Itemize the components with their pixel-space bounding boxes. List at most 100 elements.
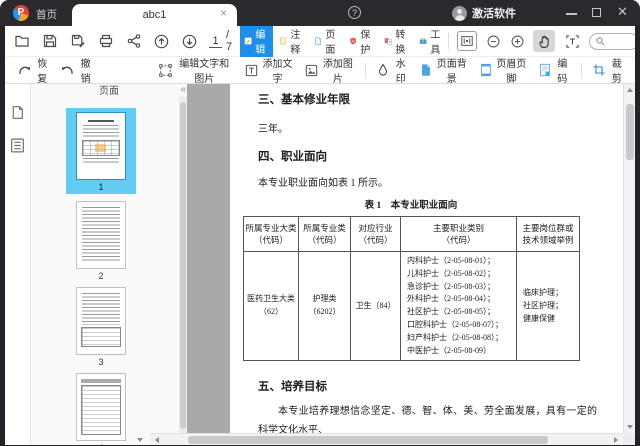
horizontal-scrollbar-thumb[interactable] [188, 435, 548, 444]
search-input[interactable] [589, 32, 635, 50]
page-total-label: / 7 [226, 29, 233, 53]
doc-heading: 三、基本修业年限 [258, 94, 350, 106]
undo-button[interactable]: 撤销 [60, 55, 92, 85]
thumbnails-panel-icon[interactable] [9, 104, 26, 121]
crop-button[interactable]: 裁剪 [592, 55, 624, 85]
sidebar-scrollbar-thumb[interactable] [180, 102, 186, 429]
note-icon [280, 37, 287, 45]
doc-text: 三年。 [258, 124, 288, 135]
page-background-button[interactable]: 页面背景 [419, 55, 468, 85]
zoom-in-button[interactable] [509, 33, 525, 49]
scroll-down-icon[interactable] [626, 425, 633, 429]
page-indicator: 1 / 7 [209, 29, 232, 53]
table-header-row: 所属专业大类 （代码） 所属专业类 （代码） 对应行业 （代码） 主要职业类别 … [243, 216, 580, 252]
doc-heading: 四、职业面向 [258, 151, 327, 163]
table-row: 医药卫生大类 （62） 护理类 （6202） 卫生（84） 内科护士（2-05-… [243, 250, 580, 362]
left-rail [5, 84, 31, 445]
save-icon[interactable] [41, 33, 58, 50]
table-caption: 表 1 本专业职业面向 [364, 201, 458, 211]
doc-tab-label: abc1 [142, 9, 167, 21]
thumbnail-list: 1 2 3 [61, 108, 141, 445]
sidebar-scroll-down-icon[interactable] [137, 438, 143, 442]
scroll-left-icon[interactable] [155, 436, 159, 443]
redo-button[interactable]: 恢复 [17, 55, 49, 85]
pdf-page[interactable]: 三、基本修业年限 三年。 四、职业面向 本专业职业面向如表 1 所示。 表 1 … [230, 84, 623, 445]
sidebar-scrollbar[interactable] [179, 96, 187, 445]
help-button[interactable]: ? [348, 6, 361, 19]
app-logo-icon: P [13, 5, 29, 21]
career-table: 所属专业大类 （代码） 所属专业类 （代码） 对应行业 （代码） 主要职业类别 … [243, 216, 580, 362]
account-area[interactable]: 激活软件 [452, 5, 516, 21]
convert-icon [384, 38, 392, 45]
collapse-panel-icon[interactable]: « [180, 84, 186, 95]
divider [448, 33, 450, 49]
view-controls [448, 30, 635, 52]
thumbnail-item[interactable]: 3 [76, 287, 126, 373]
vertical-scrollbar-thumb[interactable] [625, 104, 634, 160]
tab-document[interactable]: abc1 × [72, 4, 237, 26]
fit-width-button[interactable] [457, 31, 478, 51]
bookmarks-panel-icon[interactable] [9, 137, 26, 154]
table-header-cell: 主要岗位群或 技术领域举例 [516, 216, 580, 252]
page-thumbnail[interactable] [76, 112, 126, 180]
open-file-icon[interactable] [13, 33, 30, 50]
numbering-icon [540, 63, 550, 77]
toolbox-icon [419, 38, 427, 44]
page-background-icon [422, 64, 430, 76]
header-footer-button[interactable]: 页眉页脚 [479, 55, 528, 85]
table-header-cell: 所属专业大类 （代码） [243, 216, 299, 252]
maximize-button[interactable] [592, 8, 601, 17]
document-canvas: 三、基本修业年限 三年。 四、职业面向 本专业职业面向如表 1 所示。 表 1 … [187, 84, 635, 445]
print-icon[interactable] [97, 33, 114, 50]
tab-home[interactable]: 首页 [36, 7, 57, 22]
search-icon [596, 36, 605, 46]
add-image-button[interactable]: 添加图片 [304, 55, 353, 85]
thumbnail-item[interactable]: 2 [76, 201, 126, 287]
table-header-cell: 对应行业 （代码） [350, 216, 401, 252]
page-number-input[interactable]: 1 [209, 35, 222, 48]
divider [580, 62, 582, 78]
add-text-icon [245, 64, 257, 76]
zoom-out-button[interactable] [485, 33, 501, 49]
pages-panel: 页面 « 1 2 3 [31, 84, 187, 445]
edit-text-image-button[interactable]: 编辑文字和图片 [158, 55, 233, 85]
app-body: 1 / 7 编辑 注释 页面 保护 转换 工具 恢复 撤销 编辑文字和图片 添加… [5, 26, 635, 445]
scroll-up-icon[interactable] [626, 88, 633, 92]
divider [364, 62, 366, 78]
table-cell: 护理类 （6202） [298, 250, 351, 362]
tab-close-icon[interactable]: × [220, 7, 227, 19]
save-as-icon[interactable] [69, 33, 86, 50]
page-icon [315, 37, 322, 45]
main-toolbar: 1 / 7 编辑 注释 页面 保护 转换 工具 [5, 26, 635, 59]
watermark-button[interactable]: 水印 [376, 55, 408, 85]
avatar [452, 5, 467, 21]
pages-panel-title: 页面 [99, 86, 119, 97]
add-text-button[interactable]: 添加文字 [244, 55, 293, 85]
scrollbar-corner [623, 433, 635, 445]
horizontal-scrollbar[interactable] [150, 433, 623, 445]
hand-icon [539, 35, 549, 48]
table-cell: 内科护士（2-05-08-01）； 儿科护士（2-05-08-02）； 急诊护士… [400, 250, 517, 362]
select-text-tool-button[interactable] [563, 32, 581, 50]
next-page-icon[interactable] [181, 33, 198, 50]
add-image-icon [305, 64, 318, 76]
previous-page-icon[interactable] [153, 33, 170, 50]
vertical-scrollbar[interactable] [623, 84, 635, 433]
bates-numbering-button[interactable]: 编码 [538, 55, 570, 85]
thumbnail-page-number: 2 [98, 271, 104, 281]
minimize-button[interactable] [566, 13, 577, 15]
shield-icon [350, 37, 357, 45]
redo-icon [19, 66, 31, 74]
table-cell: 医药卫生大类 （62） [243, 250, 299, 362]
undo-icon [62, 66, 74, 74]
thumbnail-page-number: 4 [98, 443, 103, 445]
thumbnail-selected[interactable]: 1 [66, 108, 136, 194]
close-button[interactable]: ✕ [617, 5, 628, 18]
hand-tool-button[interactable] [533, 30, 556, 52]
titlebar: P 首页 abc1 × ? 激活软件 ✕ [0, 0, 640, 26]
thumbnail-item[interactable]: 4 [76, 373, 126, 445]
share-icon[interactable] [125, 33, 142, 50]
scroll-right-icon[interactable] [614, 436, 618, 443]
app-window: P 首页 abc1 × ? 激活软件 ✕ 1 / 7 编辑 注释 页面 保护 转… [0, 0, 640, 446]
activate-software-label[interactable]: 激活软件 [472, 5, 516, 21]
